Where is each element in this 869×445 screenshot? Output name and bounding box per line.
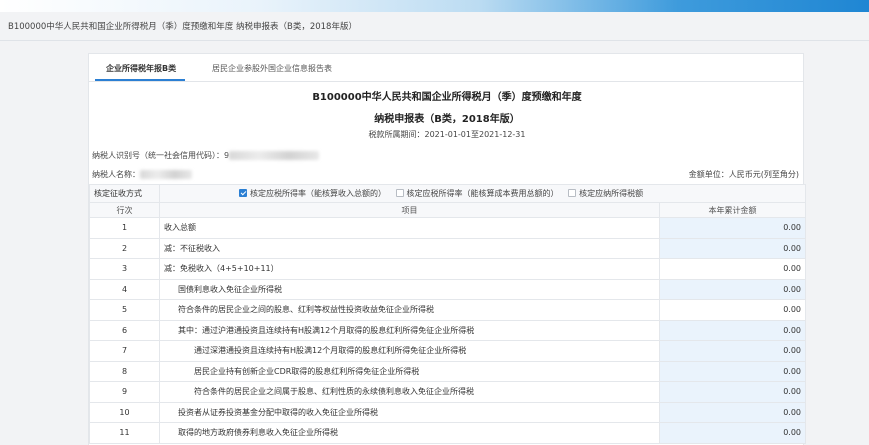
row-item: 居民企业持有创新企业CDR取得的股息红利所得免征企业所得税 [159, 360, 660, 382]
row-number: 6 [89, 319, 160, 341]
table-row: 4 国债利息收入免征企业所得税 0.00 [89, 278, 806, 300]
amount-input[interactable]: 0.00 [659, 422, 806, 444]
row-item: 国债利息收入免征企业所得税 [159, 278, 660, 300]
row-number: 7 [89, 340, 160, 362]
table-row: 9 符合条件的居民企业之间属于股息、红利性质的永续债利息收入免征企业所得税 0.00 [89, 381, 806, 403]
form-title-line2: 纳税申报表（B类，2018年版） [374, 114, 520, 125]
header-row-no: 行次 [89, 202, 160, 218]
header-divider [0, 40, 869, 41]
taxpayer-id: 纳税人识别号（统一社会信用代码）：9 [92, 150, 320, 161]
row-number: 8 [89, 360, 160, 382]
checkbox-icon[interactable] [568, 189, 577, 197]
taxpayer-name: 纳税人名称： [92, 169, 192, 180]
row-item: 通过深港通投资且连续持有H股满12个月取得的股息红利所得免征企业所得税 [159, 340, 660, 362]
table-row: 3 减：免税收入（4+5+10+11） 0.00 [89, 258, 806, 280]
amount-input[interactable]: 0.00 [659, 319, 806, 341]
taxpayer-id-label: 纳税人识别号（统一社会信用代码）：9 [92, 151, 230, 160]
row-number: 4 [89, 278, 160, 300]
row-number: 9 [89, 381, 160, 403]
levy-method-label: 核定征收方式 [89, 184, 160, 203]
amount-value: 0.00 [659, 258, 806, 280]
tab-bar: 企业所得税年报B类 居民企业参股外国企业信息报告表 [89, 54, 803, 82]
row-item: 符合条件的居民企业之间属于股息、红利性质的永续债利息收入免征企业所得税 [159, 381, 660, 403]
levy-method-options: 核定应税所得率（能核算收入总额的） 核定应税所得率（能核算成本费用总额的） 核定… [159, 184, 806, 203]
checked-checkbox-icon[interactable] [239, 189, 247, 197]
table-row: 6 其中：通过沪港通投资且连续持有H股满12个月取得的股息红利所得免征企业所得税 0… [89, 319, 806, 341]
declaration-table: 核定征收方式 核定应税所得率（能核算收入总额的） 核定应税所得率（能核算成本费用… [89, 184, 806, 444]
row-number: 10 [89, 401, 160, 423]
table-row: 10 投资者从证券投资基金分配中取得的收入免征企业所得税 0.00 [89, 401, 806, 423]
row-item: 其中：通过沪港通投资且连续持有H股满12个月取得的股息红利所得免征企业所得税 [159, 319, 660, 341]
form-title-line1: B100000中华人民共和国企业所得税月（季）度预缴和年度 [312, 92, 582, 103]
row-number: 1 [89, 217, 160, 239]
amount-input[interactable]: 0.00 [659, 217, 806, 239]
top-banner [0, 0, 869, 12]
page-title: B100000中华人民共和国企业所得税月（季）度预缴和年度 纳税申报表（B类，2… [8, 22, 357, 32]
row-item: 收入总额 [159, 217, 660, 239]
active-tab-indicator [95, 79, 185, 81]
row-item: 减：免税收入（4+5+10+11） [159, 258, 660, 280]
levy-method-row: 核定征收方式 核定应税所得率（能核算收入总额的） 核定应税所得率（能核算成本费用… [89, 184, 806, 203]
amount-input[interactable]: 0.00 [659, 237, 806, 259]
table-row: 7 通过深港通投资且连续持有H股满12个月取得的股息红利所得免征企业所得税 0.00 [89, 340, 806, 362]
taxpayer-name-label: 纳税人名称： [92, 170, 140, 179]
header-item: 项目 [159, 202, 660, 218]
amount-input[interactable]: 0.00 [659, 381, 806, 403]
row-item: 减：不征税收入 [159, 237, 660, 259]
redacted-taxpayer-id [229, 151, 320, 160]
row-number: 11 [89, 422, 160, 444]
tax-period: 税款所属期间：2021-01-01至2021-12-31 [368, 130, 526, 139]
table-row: 2 减：不征税收入 0.00 [89, 237, 806, 259]
tab-annual-report-b[interactable]: 企业所得税年报B类 [106, 63, 176, 74]
levy-option-cost-rate[interactable]: 核定应税所得率（能核算成本费用总额的） [395, 188, 559, 199]
table-row: 1 收入总额 0.00 [89, 217, 806, 239]
redacted-taxpayer-name [140, 170, 192, 179]
levy-option-fixed-tax[interactable]: 核定应纳所得税额 [568, 188, 643, 199]
table-row: 8 居民企业持有创新企业CDR取得的股息红利所得免征企业所得税 0.00 [89, 360, 806, 382]
amount-value: 0.00 [659, 299, 806, 321]
amount-unit: 金额单位：人民币元(列至角分) [688, 170, 799, 179]
header-amount: 本年累计金额 [659, 202, 806, 218]
row-item: 投资者从证券投资基金分配中取得的收入免征企业所得税 [159, 401, 660, 423]
amount-input[interactable]: 0.00 [659, 360, 806, 382]
row-number: 2 [89, 237, 160, 259]
levy-option-income-rate[interactable]: 核定应税所得率（能核算收入总额的） [239, 188, 386, 199]
table-row: 5 符合条件的居民企业之间的股息、红利等权益性投资收益免征企业所得税 0.00 [89, 299, 806, 321]
tab-foreign-participation-report[interactable]: 居民企业参股外国企业信息报告表 [212, 63, 332, 74]
table-header: 行次 项目 本年累计金额 [89, 202, 806, 218]
table-row: 11 取得的地方政府债券利息收入免征企业所得税 0.00 [89, 422, 806, 444]
row-number: 3 [89, 258, 160, 280]
amount-input[interactable]: 0.00 [659, 278, 806, 300]
form-panel: 企业所得税年报B类 居民企业参股外国企业信息报告表 B100000中华人民共和国… [88, 53, 806, 445]
row-item: 符合条件的居民企业之间的股息、红利等权益性投资收益免征企业所得税 [159, 299, 660, 321]
row-item: 取得的地方政府债券利息收入免征企业所得税 [159, 422, 660, 444]
checkbox-icon[interactable] [395, 189, 404, 197]
amount-input[interactable]: 0.00 [659, 401, 806, 423]
row-number: 5 [89, 299, 160, 321]
amount-input[interactable]: 0.00 [659, 340, 806, 362]
